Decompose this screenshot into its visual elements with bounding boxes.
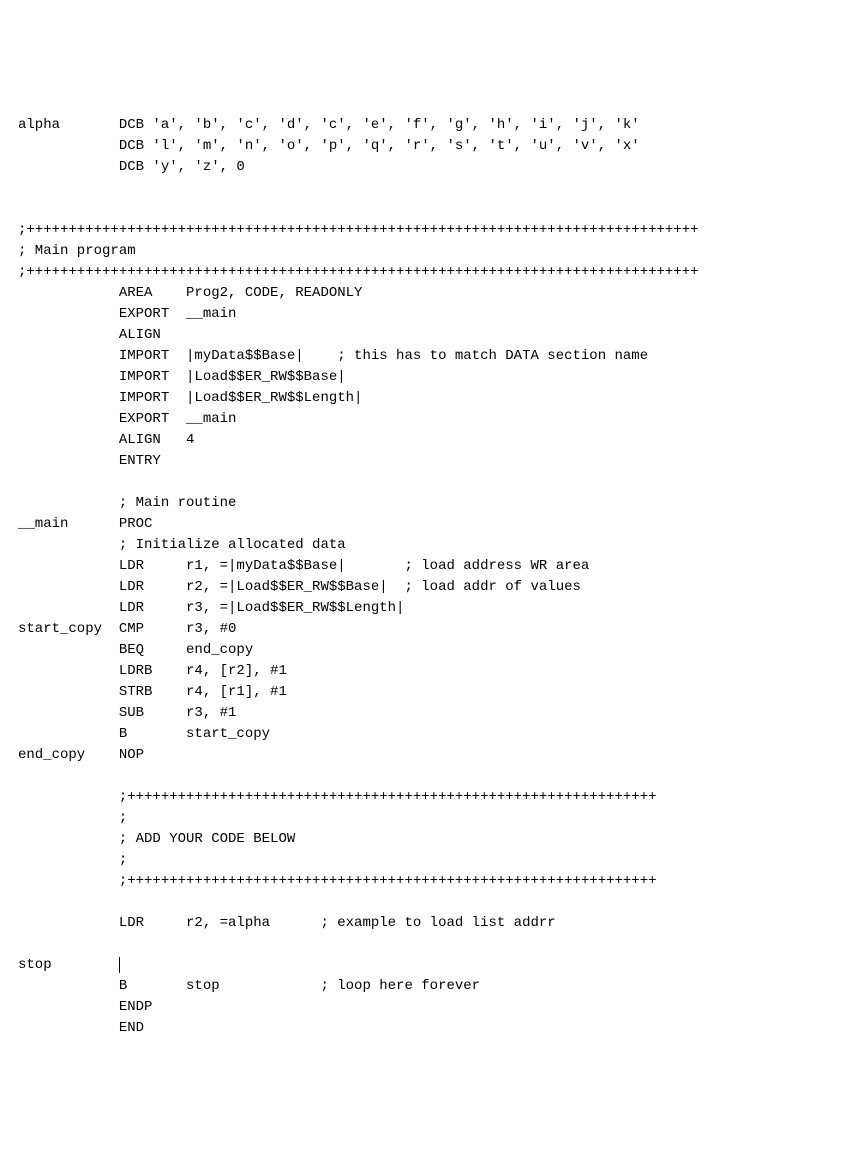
code-line: ; Main routine: [18, 495, 236, 511]
code-line: ENTRY: [18, 453, 161, 469]
text-cursor: [119, 957, 120, 973]
code-line: alpha DCB 'a', 'b', 'c', 'd', 'c', 'e', …: [18, 117, 640, 133]
code-line: IMPORT |Load$$ER_RW$$Length|: [18, 390, 362, 406]
code-line: EXPORT __main: [18, 411, 236, 427]
code-document: alpha DCB 'a', 'b', 'c', 'd', 'c', 'e', …: [18, 94, 829, 1039]
code-line: B start_copy: [18, 726, 270, 742]
code-line: DCB 'y', 'z', 0: [18, 159, 245, 175]
code-line: ;+++++++++++++++++++++++++++++++++++++++…: [18, 264, 699, 280]
code-line: __main PROC: [18, 516, 152, 532]
code-line: EXPORT __main: [18, 306, 236, 322]
code-text: stop: [18, 957, 119, 973]
code-line: IMPORT |myData$$Base| ; this has to matc…: [18, 348, 648, 364]
code-line: B stop ; loop here forever: [18, 978, 480, 994]
code-line: LDR r2, =alpha ; example to load list ad…: [18, 915, 556, 931]
code-line: ; Initialize allocated data: [18, 537, 346, 553]
code-line: ;+++++++++++++++++++++++++++++++++++++++…: [18, 873, 657, 889]
code-line: ; Main program: [18, 243, 136, 259]
code-line: IMPORT |Load$$ER_RW$$Base|: [18, 369, 346, 385]
code-line: DCB 'l', 'm', 'n', 'o', 'p', 'q', 'r', '…: [18, 138, 640, 154]
code-line: ;: [18, 810, 127, 826]
code-line: end_copy NOP: [18, 747, 144, 763]
code-line-with-cursor: stop: [18, 957, 120, 973]
code-line: END: [18, 1020, 144, 1036]
code-line: start_copy CMP r3, #0: [18, 621, 236, 637]
code-line: ENDP: [18, 999, 152, 1015]
code-line: AREA Prog2, CODE, READONLY: [18, 285, 362, 301]
code-line: SUB r3, #1: [18, 705, 236, 721]
code-line: LDR r1, =|myData$$Base| ; load address W…: [18, 558, 589, 574]
code-line: ;+++++++++++++++++++++++++++++++++++++++…: [18, 789, 657, 805]
code-line: ALIGN: [18, 327, 161, 343]
code-line: LDR r3, =|Load$$ER_RW$$Length|: [18, 600, 404, 616]
code-line: ;+++++++++++++++++++++++++++++++++++++++…: [18, 222, 699, 238]
code-line: ;: [18, 852, 127, 868]
code-line: LDRB r4, [r2], #1: [18, 663, 287, 679]
code-line: ALIGN 4: [18, 432, 194, 448]
code-line: BEQ end_copy: [18, 642, 253, 658]
code-line: ; ADD YOUR CODE BELOW: [18, 831, 295, 847]
code-line: STRB r4, [r1], #1: [18, 684, 287, 700]
code-line: LDR r2, =|Load$$ER_RW$$Base| ; load addr…: [18, 579, 581, 595]
